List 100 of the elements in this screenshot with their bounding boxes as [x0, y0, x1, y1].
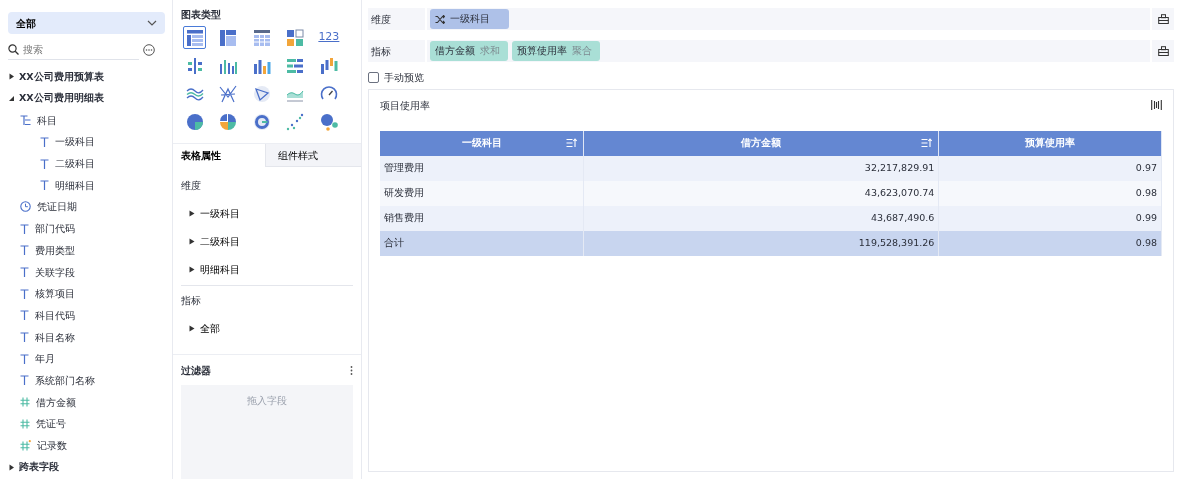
text-type-icon: [20, 267, 29, 278]
field-name: 核算项目: [35, 287, 75, 302]
field-item[interactable]: 科目: [8, 109, 164, 132]
table-item[interactable]: XX公司费用明细表: [8, 87, 164, 110]
table-cell: 0.98: [938, 181, 1162, 206]
number-chart-button[interactable]: 123: [317, 26, 341, 49]
chevron-down-icon: [147, 20, 157, 26]
field-item[interactable]: 记录数: [8, 434, 164, 457]
total-cell: 合计: [380, 231, 584, 256]
field-name: 记录数: [37, 439, 67, 454]
field-item[interactable]: 关联字段: [8, 261, 164, 283]
chip-label: 一级科目: [450, 11, 490, 26]
scope-dropdown[interactable]: 全部: [8, 12, 165, 34]
property-item[interactable]: 二级科目: [181, 227, 246, 255]
total-cell: 0.98: [938, 231, 1162, 256]
field-name: 科目名称: [35, 330, 75, 345]
caret-right-icon: [8, 463, 15, 471]
table-item[interactable]: XX公司费用预算表: [8, 66, 164, 88]
shelf-label: 指标: [371, 44, 391, 59]
field-item[interactable]: 费用类型: [8, 239, 164, 262]
field-item[interactable]: 科目名称: [8, 326, 164, 348]
aggregation-label: 聚合: [572, 43, 592, 58]
section-title: 图表类型: [181, 8, 222, 22]
table-cell: 32,217,829.91: [583, 156, 939, 181]
checkbox-label: 手动预览: [384, 70, 424, 85]
table-item[interactable]: 跨表字段: [8, 456, 164, 479]
number-type-icon: [20, 397, 30, 408]
search-icon: [8, 44, 19, 55]
property-item[interactable]: 全部: [181, 314, 226, 342]
table-name: 跨表字段: [19, 460, 59, 475]
toolbox-icon: [1157, 14, 1169, 24]
table-chart-icon[interactable]: [183, 26, 206, 49]
total-cell: 119,528,391.26: [583, 231, 939, 256]
field-item[interactable]: 核算项目: [8, 282, 164, 305]
field-item[interactable]: 借方金额: [8, 391, 164, 413]
field-name: 部门代码: [35, 222, 75, 237]
property-item[interactable]: 一级科目: [181, 199, 246, 227]
field-name: 费用类型: [35, 243, 75, 258]
checkbox[interactable]: [368, 71, 379, 83]
text-type-icon: [20, 310, 29, 321]
field-item[interactable]: 科目代码: [8, 304, 164, 327]
text-type-icon: [20, 245, 29, 256]
field-item[interactable]: 二级科目: [8, 152, 164, 175]
table-cell: 43,687,490.6: [583, 206, 939, 231]
text-type-icon: [20, 375, 29, 386]
field-name: 一级科目: [55, 135, 95, 150]
section-label: 维度: [181, 178, 202, 193]
field-name: 年月: [35, 352, 55, 367]
table-cell: 0.97: [938, 156, 1162, 181]
number-type-icon: [20, 418, 30, 429]
more-vertical-icon: [350, 366, 353, 375]
text-type-icon: [40, 136, 49, 147]
field-item[interactable]: 明细科目: [8, 174, 164, 197]
caret-down-icon: [8, 95, 15, 103]
field-name: 凭证号: [36, 417, 66, 432]
field-item[interactable]: 系统部门名称: [8, 369, 164, 392]
field-item[interactable]: 部门代码: [8, 217, 164, 240]
table-cell: 研发费用: [380, 181, 584, 206]
section-title: 过滤器: [181, 364, 211, 378]
more-icon: [143, 44, 155, 56]
field-item[interactable]: 年月: [8, 347, 164, 370]
field-name: 系统部门名称: [35, 373, 95, 388]
text-type-icon: [40, 158, 49, 169]
tab[interactable]: 组件样式: [264, 144, 361, 167]
field-name: 明细科目: [55, 178, 95, 193]
section-label: 指标: [181, 293, 202, 308]
field-name: 关联字段: [35, 265, 75, 280]
field-name: 借方金额: [36, 395, 76, 410]
column-header[interactable]: 借方金额: [583, 131, 939, 156]
caret-right-icon: [8, 73, 15, 81]
caret-right-icon: [189, 237, 195, 245]
field-item[interactable]: 凭证日期: [8, 196, 164, 218]
property-item[interactable]: 明细科目: [181, 255, 246, 283]
field-name: 科目: [37, 113, 57, 128]
field-chip[interactable]: 一级科目: [430, 9, 509, 29]
column-header[interactable]: 一级科目: [380, 131, 584, 156]
text-type-icon: [20, 353, 29, 364]
caret-right-icon: [189, 265, 195, 273]
hierarchy-icon: [20, 114, 31, 126]
chip-label: 预算使用率: [517, 43, 567, 58]
chip-label: 借方金额: [435, 43, 475, 58]
field-chip[interactable]: 借方金额 求和: [430, 41, 508, 61]
shuffle-icon: [435, 14, 445, 24]
field-item[interactable]: 凭证号: [8, 413, 164, 435]
field-item[interactable]: 一级科目: [8, 131, 164, 153]
text-type-icon: [20, 223, 29, 234]
table-cell: 0.99: [938, 206, 1162, 231]
aggregation-label: 求和: [480, 43, 500, 58]
column-header[interactable]: 预算使用率: [938, 131, 1162, 156]
caret-right-icon: [189, 324, 195, 332]
clock-icon: [20, 201, 31, 213]
text-type-icon: [20, 332, 29, 343]
field-chip[interactable]: 预算使用率 聚合: [512, 41, 600, 61]
table-cell: 43,623,070.74: [583, 181, 939, 206]
text-type-icon: [20, 288, 29, 299]
shelf-label: 维度: [371, 12, 391, 27]
table-cell: 管理费用: [380, 156, 584, 181]
widget-title: 项目使用率: [380, 98, 430, 113]
sort-icon: [921, 138, 933, 148]
table-name: XX公司费用预算表: [19, 69, 104, 84]
